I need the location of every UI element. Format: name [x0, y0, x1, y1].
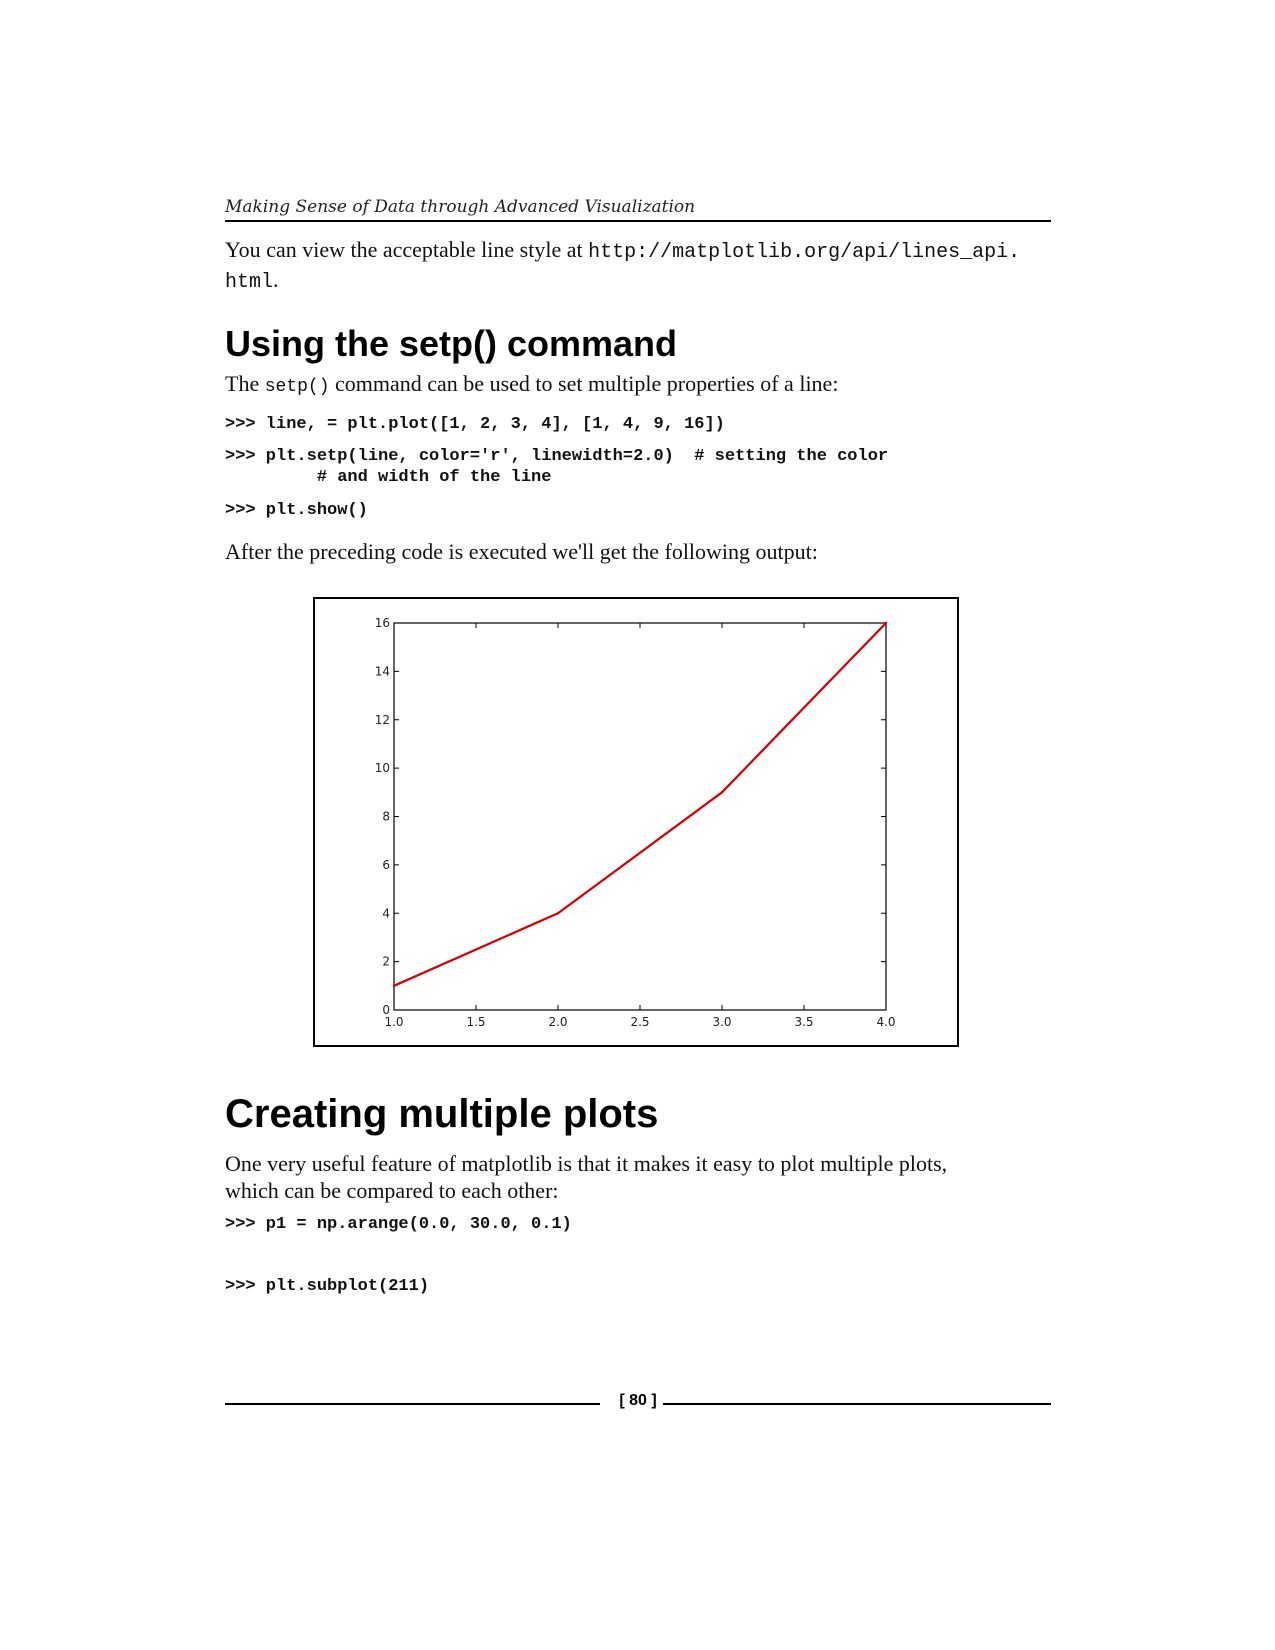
- lines-api-link-cont[interactable]: html: [225, 271, 273, 294]
- output-figure: 1.0 1.5 2.0 2.5 3.0 3.5 4.0 0 2 4 6 8 10 12 14 16: [313, 597, 959, 1047]
- document-page: Making Sense of Data through Advanced Vi…: [0, 0, 1275, 1650]
- x-tick-label: 1.5: [466, 1015, 485, 1029]
- y-tick-label: 14: [375, 664, 390, 678]
- page-footer: [ 80 ]: [225, 1389, 1051, 1419]
- x-tick-label: 3.0: [712, 1015, 731, 1029]
- x-tick-label: 2.5: [630, 1015, 649, 1029]
- intro-text: You can view the acceptable line style a…: [225, 237, 589, 262]
- multiple-plots-paragraph: One very useful feature of matplotlib is…: [225, 1150, 1051, 1204]
- page-number: [ 80 ]: [619, 1392, 657, 1409]
- setp-paragraph: The setp() command can be used to set mu…: [225, 370, 1051, 401]
- code-line-show: >>> plt.show(): [225, 501, 368, 520]
- intro-period: .: [273, 267, 279, 292]
- y-tick-label: 16: [375, 616, 390, 630]
- multiple-plots-line1: One very useful feature of matplotlib is…: [225, 1151, 948, 1176]
- line-chart: 1.0 1.5 2.0 2.5 3.0 3.5 4.0 0 2 4 6 8 10 12 14 16: [375, 616, 896, 1029]
- plot-area-frame: [393, 622, 887, 1011]
- running-head: Making Sense of Data through Advanced Vi…: [225, 196, 1051, 222]
- code-line-arange: >>> p1 = np.arange(0.0, 30.0, 0.1): [225, 1215, 572, 1234]
- y-tick-label: 2: [382, 955, 390, 969]
- code-line-setp: >>> plt.setp(line, color='r', linewidth=…: [225, 447, 889, 466]
- after-paragraph: After the preceding code is executed we'…: [225, 539, 818, 564]
- y-tick-label: 10: [375, 761, 390, 775]
- data-point: [392, 984, 396, 988]
- x-tick-label: 3.5: [794, 1015, 813, 1029]
- section-heading-multiple-plots: Creating multiple plots: [225, 1092, 659, 1136]
- y-tick-label: 0: [382, 1003, 390, 1017]
- intro-paragraph: You can view the acceptable line style a…: [225, 236, 1051, 296]
- setp-inline-code: setp(): [264, 377, 330, 397]
- data-point: [884, 621, 888, 625]
- data-point: [556, 912, 560, 915]
- data-point: [720, 791, 724, 794]
- y-tick-label: 8: [382, 810, 390, 824]
- setp-para-post: command can be used to set multiple prop…: [329, 371, 839, 396]
- footer-rule-right: [663, 1403, 1051, 1405]
- y-tick-label: 12: [375, 713, 390, 727]
- setp-para-pre: The: [225, 371, 265, 396]
- x-tick-label: 4.0: [876, 1015, 895, 1029]
- code-line-subplot: >>> plt.subplot(211): [225, 1277, 430, 1296]
- series-line: [393, 622, 887, 987]
- multiple-plots-line2: which can be compared to each other:: [225, 1178, 559, 1203]
- y-tick-label: 4: [382, 906, 390, 920]
- code-line-plot: >>> line, = plt.plot([1, 2, 3, 4], [1, 4…: [225, 415, 725, 434]
- x-tick-label: 2.0: [548, 1015, 567, 1029]
- x-tick-label: 1.0: [384, 1015, 403, 1029]
- section-heading-setp: Using the setp() command: [225, 323, 678, 364]
- code-line-comment: # and width of the line: [225, 468, 552, 487]
- lines-api-link[interactable]: http://matplotlib.org/api/lines_api.: [588, 241, 1020, 264]
- y-tick-label: 6: [382, 858, 390, 872]
